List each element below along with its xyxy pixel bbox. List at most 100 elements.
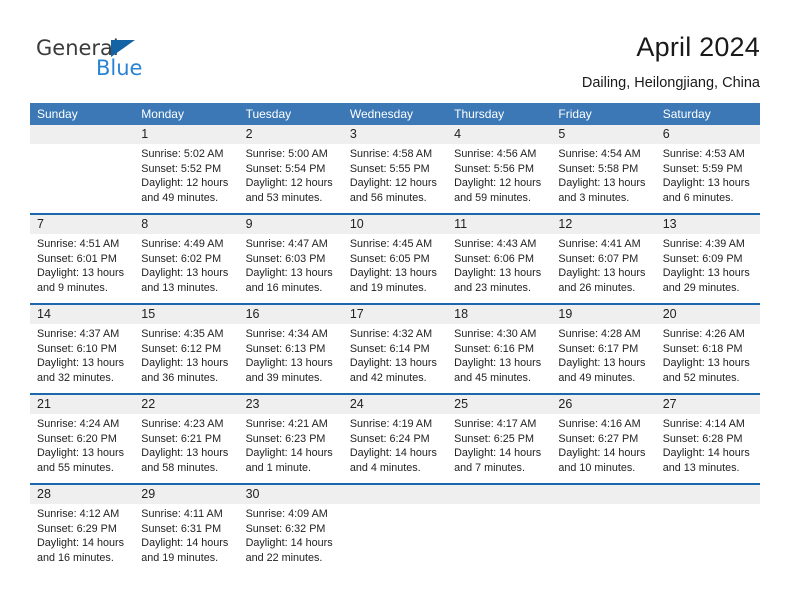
day-sunset-text: Sunset: 6:07 PM [558,252,639,265]
day-cell[interactable]: Sunrise: 4:49 AM Sunset: 6:02 PM Daylight:… [134,234,239,303]
day-number[interactable]: 26 [551,395,656,414]
day-cell[interactable]: Sunrise: 4:43 AM Sunset: 6:06 PM Daylight:… [447,234,552,303]
day-cell[interactable]: Sunrise: 4:24 AM Sunset: 6:20 PM Daylight:… [30,414,135,483]
day-cell-empty [655,504,760,576]
day-sunset-text: Sunset: 5:58 PM [558,162,639,175]
day-number[interactable]: 27 [655,395,760,414]
day-daylight-text: and 36 minutes. [141,371,219,384]
day-cell[interactable]: Sunrise: 4:19 AM Sunset: 6:24 PM Daylight:… [342,414,448,483]
day-cell[interactable]: Sunrise: 4:16 AM Sunset: 6:27 PM Daylight:… [551,414,656,483]
day-cell[interactable]: Sunrise: 4:28 AM Sunset: 6:17 PM Daylight:… [551,324,656,393]
day-number[interactable]: 21 [30,395,135,414]
day-sunset-text: Sunset: 6:17 PM [558,342,639,355]
day-cell[interactable]: Sunrise: 5:02 AM Sunset: 5:52 PM Daylight:… [134,144,239,213]
day-number[interactable]: 17 [342,305,448,324]
day-sunrise-text: Sunrise: 4:28 AM [558,328,641,340]
day-sunset-text: Sunset: 5:55 PM [349,162,430,175]
day-daylight-text: Daylight: 12 hours [141,177,229,190]
day-sunrise-text: Sunrise: 4:51 AM [37,238,120,250]
day-daylight-text: Daylight: 14 hours [349,447,437,460]
day-number[interactable]: 8 [134,215,239,234]
day-number[interactable]: 29 [134,485,239,504]
day-sunrise-text: Sunrise: 4:26 AM [662,328,745,340]
day-number[interactable]: 18 [447,305,552,324]
day-cell[interactable]: Sunrise: 4:17 AM Sunset: 6:25 PM Daylight:… [447,414,552,483]
day-cell-empty [447,504,552,576]
day-number[interactable]: 1 [134,125,239,144]
day-cell[interactable]: Sunrise: 4:58 AM Sunset: 5:55 PM Daylight:… [342,144,448,213]
day-cell[interactable]: Sunrise: 4:47 AM Sunset: 6:03 PM Daylight:… [238,234,343,303]
day-cell[interactable]: Sunrise: 4:32 AM Sunset: 6:14 PM Daylight:… [342,324,448,393]
day-daylight-text: and 29 minutes. [662,281,740,294]
day-cell[interactable]: Sunrise: 4:37 AM Sunset: 6:10 PM Daylight:… [30,324,135,393]
day-number[interactable]: 9 [238,215,343,234]
day-daylight-text: and 10 minutes. [558,461,636,474]
day-sunset-text: Sunset: 6:29 PM [37,522,117,535]
weekday-header-row: Sunday Monday Tuesday Wednesday Thursday Frid… [30,103,760,125]
day-cell[interactable]: Sunrise: 4:30 AM Sunset: 6:16 PM Daylight:… [447,324,552,393]
day-sunset-text: Sunset: 6:12 PM [141,342,222,355]
day-cell[interactable]: Sunrise: 4:51 AM Sunset: 6:01 PM Daylight:… [30,234,135,303]
page-header: General Blue April 2024 Dailing, Heilong… [30,30,760,98]
day-number[interactable]: 30 [238,485,343,504]
day-daylight-text: Daylight: 13 hours [349,357,437,370]
day-number[interactable]: 5 [551,125,656,144]
day-cell[interactable]: Sunrise: 4:26 AM Sunset: 6:18 PM Daylight:… [655,324,760,393]
day-number[interactable]: 20 [655,305,760,324]
day-detail-row: Sunrise: 4:24 AM Sunset: 6:20 PM Daylight:… [30,414,760,483]
day-number[interactable]: 7 [30,215,135,234]
day-daylight-text: Daylight: 14 hours [37,537,125,550]
day-daylight-text: Daylight: 13 hours [141,357,229,370]
day-number[interactable]: 15 [134,305,239,324]
weekday-header-saturday: Saturday [655,103,760,125]
day-cell[interactable]: Sunrise: 4:35 AM Sunset: 6:12 PM Daylight:… [134,324,239,393]
day-cell[interactable]: Sunrise: 5:00 AM Sunset: 5:54 PM Daylight:… [238,144,343,213]
day-cell[interactable]: Sunrise: 4:45 AM Sunset: 6:05 PM Daylight:… [342,234,448,303]
day-number[interactable]: 2 [238,125,343,144]
day-number[interactable]: 3 [342,125,448,144]
day-cell-empty [30,144,135,213]
day-sunrise-text: Sunrise: 4:17 AM [454,418,537,430]
day-number[interactable]: 24 [342,395,448,414]
day-number[interactable]: 6 [655,125,760,144]
day-cell[interactable]: Sunrise: 4:53 AM Sunset: 5:59 PM Daylight:… [655,144,760,213]
day-number[interactable]: 23 [238,395,343,414]
day-sunrise-text: Sunrise: 4:49 AM [141,238,224,250]
day-daylight-text: Daylight: 14 hours [245,537,333,550]
day-daylight-text: Daylight: 13 hours [662,357,750,370]
day-sunset-text: Sunset: 5:52 PM [141,162,222,175]
day-number[interactable]: 12 [551,215,656,234]
day-cell[interactable]: Sunrise: 4:34 AM Sunset: 6:13 PM Daylight:… [238,324,343,393]
day-number[interactable]: 16 [238,305,343,324]
day-number[interactable]: 10 [342,215,448,234]
day-number[interactable]: 22 [134,395,239,414]
day-cell[interactable]: Sunrise: 4:39 AM Sunset: 6:09 PM Daylight:… [655,234,760,303]
day-cell[interactable]: Sunrise: 4:54 AM Sunset: 5:58 PM Daylight:… [551,144,656,213]
day-number[interactable]: 25 [447,395,552,414]
day-number[interactable]: 14 [30,305,135,324]
day-cell[interactable]: Sunrise: 4:09 AM Sunset: 6:32 PM Daylight:… [238,504,343,576]
day-number[interactable]: 11 [447,215,552,234]
day-cell[interactable]: Sunrise: 4:21 AM Sunset: 6:23 PM Daylight:… [238,414,343,483]
day-sunrise-text: Sunrise: 4:16 AM [558,418,641,430]
day-cell[interactable]: Sunrise: 4:41 AM Sunset: 6:07 PM Daylight:… [551,234,656,303]
day-daylight-text: Daylight: 13 hours [558,267,646,280]
day-cell[interactable]: Sunrise: 4:12 AM Sunset: 6:29 PM Daylight:… [30,504,135,576]
day-cell[interactable]: Sunrise: 4:14 AM Sunset: 6:28 PM Daylight:… [655,414,760,483]
day-sunrise-text: Sunrise: 4:32 AM [349,328,433,340]
day-daylight-text: Daylight: 12 hours [349,177,437,190]
page-subtitle-location: Dailing, Heilongjiang, China [581,75,760,91]
day-number[interactable]: 4 [447,125,552,144]
day-number[interactable]: 13 [655,215,760,234]
day-number-empty [30,125,135,144]
day-daylight-text: Daylight: 13 hours [37,357,125,370]
day-number[interactable]: 28 [30,485,135,504]
day-cell[interactable]: Sunrise: 4:23 AM Sunset: 6:21 PM Daylight:… [134,414,239,483]
day-number[interactable]: 19 [551,305,656,324]
day-number-row: 7 8 9 10 11 12 13 [30,215,760,234]
day-sunrise-text: Sunrise: 4:54 AM [558,148,641,160]
day-daylight-text: Daylight: 12 hours [454,177,542,190]
day-cell[interactable]: Sunrise: 4:56 AM Sunset: 5:56 PM Daylight:… [447,144,552,213]
day-cell[interactable]: Sunrise: 4:11 AM Sunset: 6:31 PM Daylight:… [134,504,239,576]
general-blue-logo[interactable]: General Blue [36,36,236,92]
